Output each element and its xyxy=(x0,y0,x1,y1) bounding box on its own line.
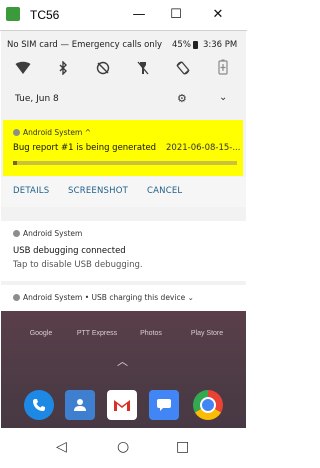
home-label-google[interactable]: Google xyxy=(23,330,59,337)
usb-charging-text: Android System • USB charging this devic… xyxy=(23,293,194,302)
minimize-button[interactable]: — xyxy=(129,6,149,24)
expand-quick-settings-icon[interactable]: ⌄ xyxy=(219,92,227,103)
status-bar: No SIM card — Emergency calls only 45% 3… xyxy=(7,40,240,54)
home-label-play-store[interactable]: Play Store xyxy=(185,330,229,337)
messages-icon[interactable] xyxy=(149,390,179,420)
status-time: 3:36 PM xyxy=(203,40,238,50)
notification-actions: DETAILS SCREENSHOT CANCEL xyxy=(1,177,246,207)
auto-rotate-icon[interactable] xyxy=(171,59,195,83)
progress-fill xyxy=(13,161,18,165)
window-title: TC56 xyxy=(30,8,60,22)
do-not-disturb-off-icon[interactable] xyxy=(91,59,115,83)
app-window-icon xyxy=(6,7,20,21)
battery-saver-icon[interactable] xyxy=(211,59,235,83)
maximize-button[interactable]: ☐ xyxy=(166,6,186,24)
back-button[interactable]: ◁ xyxy=(56,439,67,455)
home-label-photos[interactable]: Photos xyxy=(133,330,169,337)
android-system-icon xyxy=(13,230,20,237)
screenshot-button[interactable]: SCREENSHOT xyxy=(68,186,128,196)
quick-settings-row xyxy=(1,59,246,83)
notification-header: Android System ^ xyxy=(13,128,91,137)
bug-report-notification[interactable]: Android System ^ Bug report #1 is being … xyxy=(3,120,243,176)
carrier-text: No SIM card — Emergency calls only xyxy=(7,40,163,50)
date-text: Tue, Jun 8 xyxy=(15,94,59,104)
notification-subtitle: Tap to disable USB debugging. xyxy=(13,260,143,270)
cancel-button[interactable]: CANCEL xyxy=(147,186,182,196)
bug-report-progress-bar xyxy=(13,161,237,165)
usb-charging-notification[interactable]: Android System • USB charging this devic… xyxy=(1,285,246,311)
battery-icon xyxy=(193,41,198,49)
bluetooth-icon[interactable] xyxy=(51,59,75,83)
settings-gear-icon[interactable]: ⚙ xyxy=(177,92,187,105)
device-screen: Google PTT Express Photos Play Store ︿ ◁… xyxy=(1,31,246,467)
gmail-icon[interactable] xyxy=(107,390,137,420)
android-system-icon xyxy=(13,294,20,301)
notification-header: Android System • USB charging this devic… xyxy=(13,293,194,302)
home-label-ptt-express[interactable]: PTT Express xyxy=(67,330,127,337)
usb-debugging-notification[interactable]: Android System USB debugging connected T… xyxy=(1,221,246,281)
battery-percent: 45% xyxy=(172,40,191,50)
android-system-icon xyxy=(13,129,20,136)
notification-app-name: Android System xyxy=(23,229,83,238)
wifi-icon[interactable] xyxy=(11,59,35,83)
home-button[interactable]: ○ xyxy=(117,439,129,455)
notification-app-name: Android System xyxy=(23,128,83,137)
notification-shade: No SIM card — Emergency calls only 45% 3… xyxy=(1,31,246,311)
notification-header: Android System xyxy=(13,229,82,238)
recents-button[interactable]: □ xyxy=(176,439,189,455)
home-dock xyxy=(1,387,246,427)
flashlight-off-icon[interactable] xyxy=(131,59,155,83)
close-button[interactable]: ✕ xyxy=(208,6,228,24)
phone-icon[interactable] xyxy=(24,390,54,420)
chrome-icon[interactable] xyxy=(193,390,223,420)
contacts-icon[interactable] xyxy=(65,390,95,420)
navigation-bar: ◁ ○ □ xyxy=(1,428,246,467)
details-button[interactable]: DETAILS xyxy=(13,186,49,196)
notification-title: Bug report #1 is being generated xyxy=(13,143,157,153)
expand-caret-icon[interactable]: ^ xyxy=(85,128,91,137)
window-titlebar: TC56 — ☐ ✕ xyxy=(0,0,247,31)
app-drawer-chevron-icon[interactable]: ︿ xyxy=(117,353,128,369)
notification-title: USB debugging connected xyxy=(13,246,126,256)
notification-timestamp: 2021-06-08-15-... xyxy=(166,143,241,153)
home-app-labels: Google PTT Express Photos Play Store xyxy=(1,330,246,342)
